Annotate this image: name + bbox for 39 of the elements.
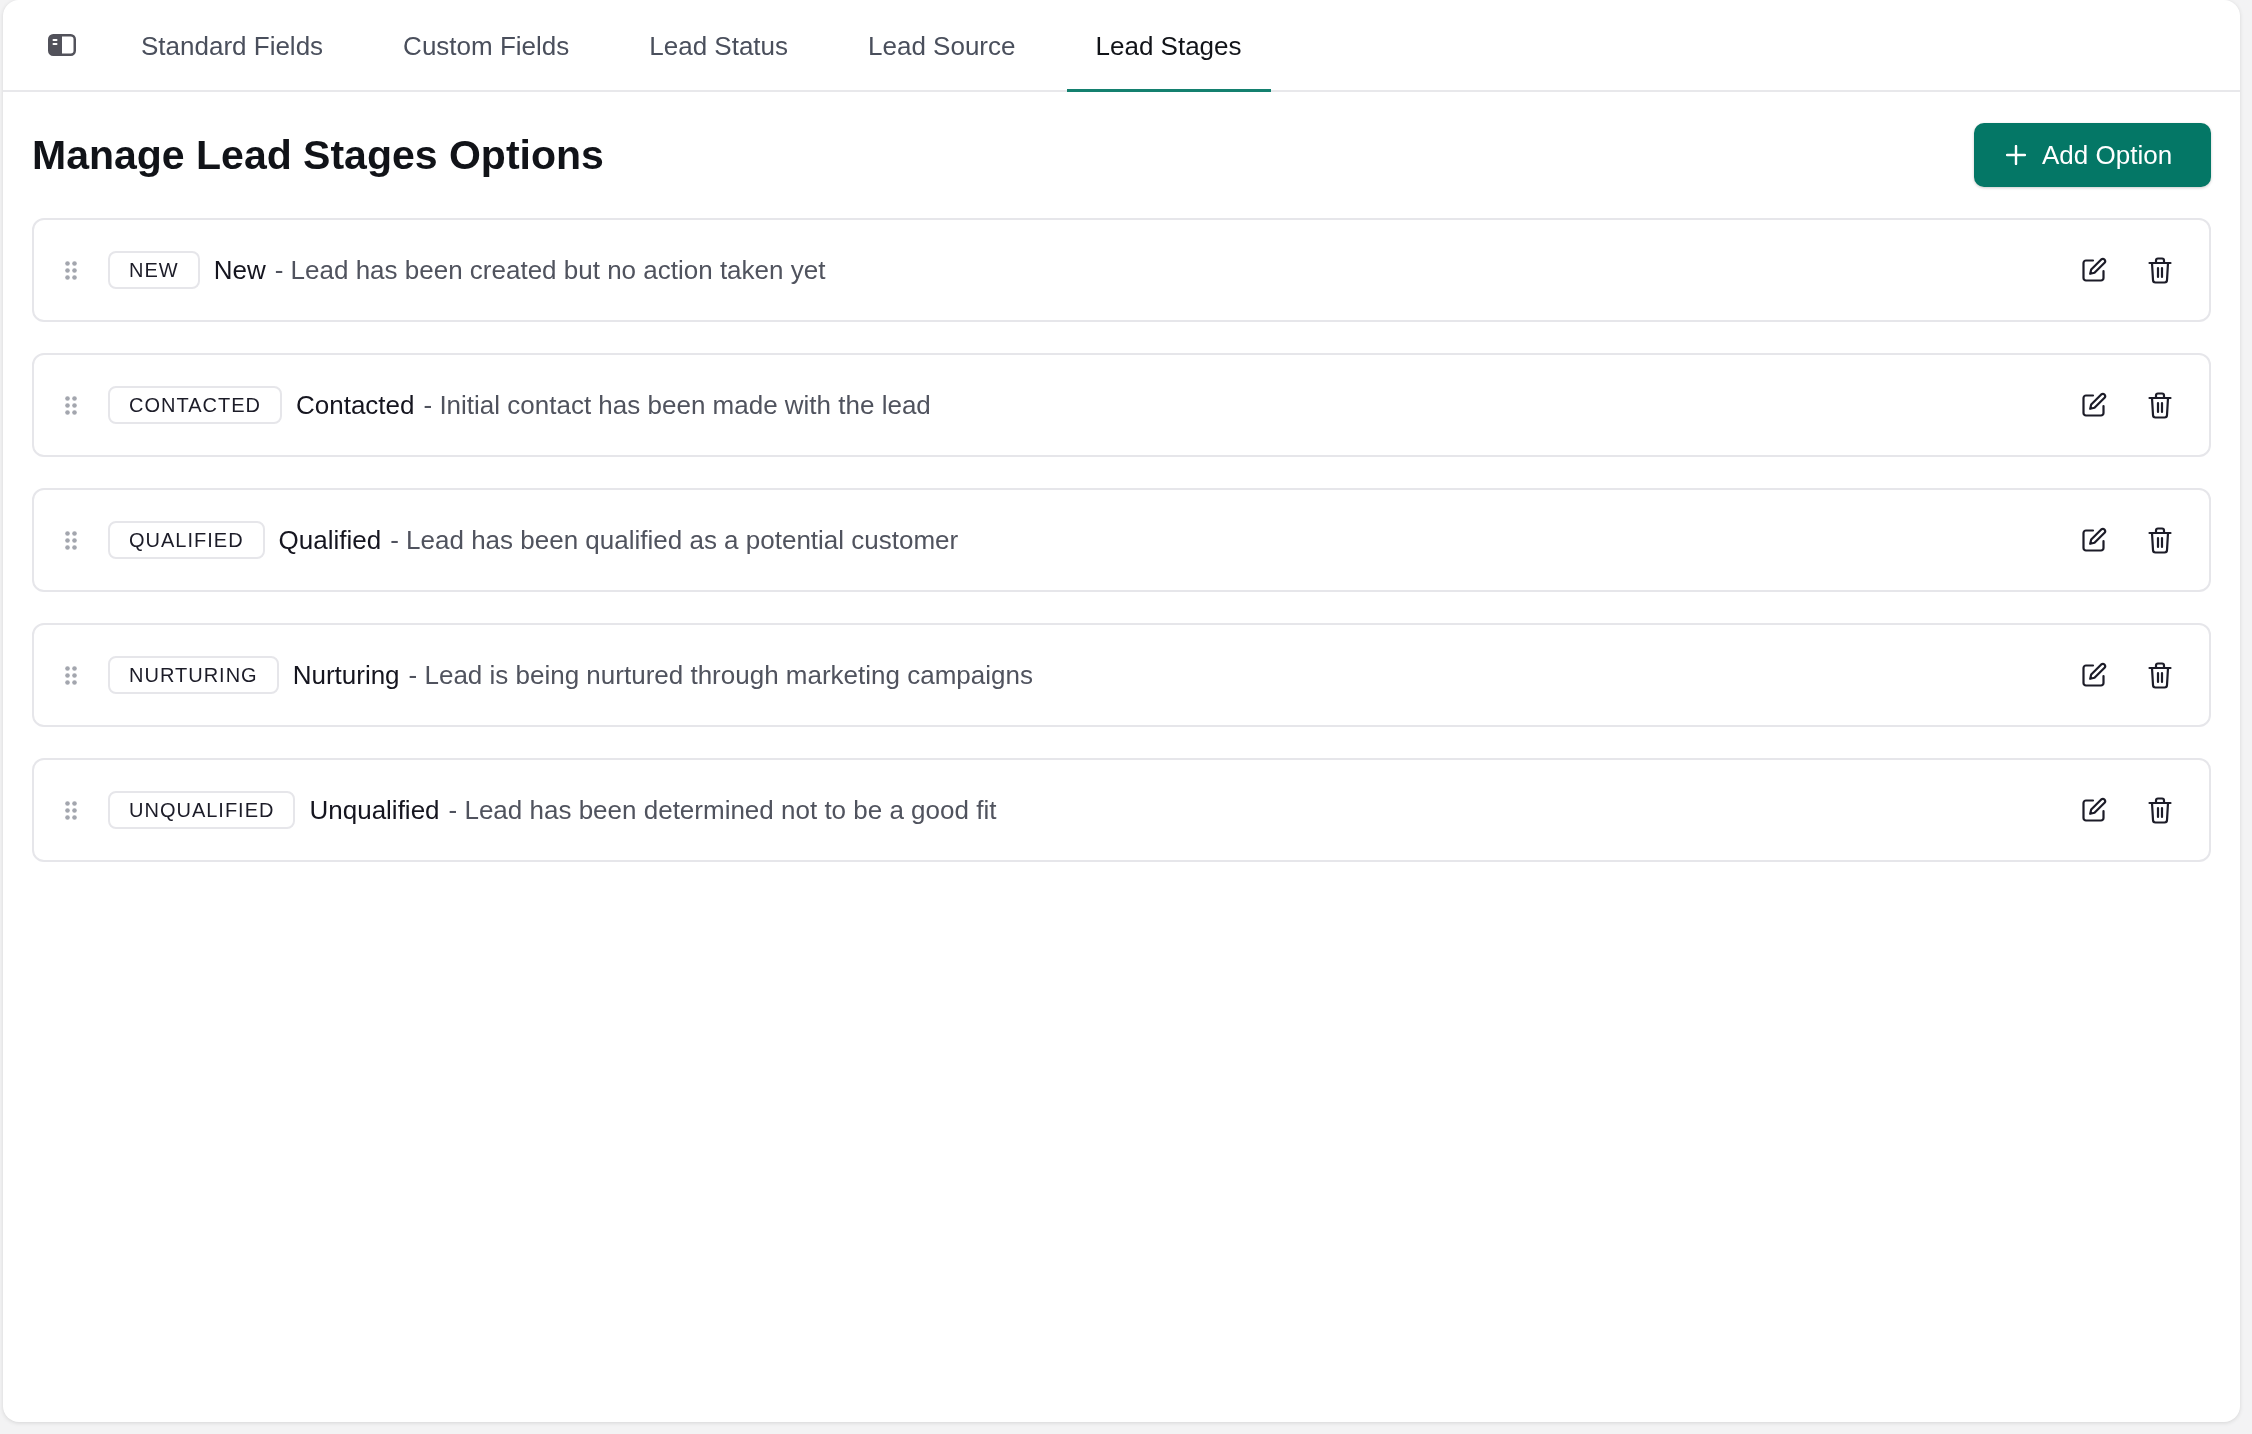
drag-handle-icon[interactable] (65, 800, 77, 820)
stage-name: Unqualified (309, 793, 440, 827)
stage-description: - Lead has been created but no action taken yet (274, 253, 826, 287)
tab[interactable]: Lead Source (839, 0, 1045, 92)
stage-description: - Lead has been qualified as a potential customer (390, 523, 959, 557)
stage-code-badge: NURTURING (108, 656, 279, 694)
tab[interactable]: Lead Status (620, 0, 818, 92)
stage-code-badge: QUALIFIED (108, 521, 265, 559)
stage-name: Contacted (295, 388, 415, 422)
stage-name: New (213, 253, 266, 287)
edit-icon (2081, 527, 2107, 553)
trash-icon (2148, 796, 2172, 824)
trash-icon (2148, 391, 2172, 419)
stage-code-badge: NEW (108, 251, 200, 289)
stage-code-badge: UNQUALIFIED (108, 791, 296, 829)
plus-icon (2006, 145, 2026, 165)
drag-handle-icon[interactable] (65, 260, 77, 280)
trash-icon (2148, 256, 2172, 284)
stage-description: - Initial contact has been made with the lead (423, 388, 931, 422)
sidebar-icon (48, 34, 76, 56)
trash-icon (2148, 526, 2172, 554)
stage-name: Nurturing (292, 658, 400, 692)
edit-icon (2081, 662, 2107, 688)
stage-description: - Lead has been determined not to be a good fit (448, 793, 997, 827)
stage-code-badge: CONTACTED (108, 386, 282, 424)
tab[interactable]: Custom Fields (374, 0, 599, 92)
tab[interactable]: Standard Fields (112, 0, 353, 92)
page-title: Manage Lead Stages Options (32, 134, 604, 176)
tab[interactable]: Lead Stages (1066, 0, 1271, 92)
drag-handle-icon[interactable] (65, 395, 77, 415)
drag-handle-icon[interactable] (65, 530, 77, 550)
edit-icon (2081, 392, 2107, 418)
drag-handle-icon[interactable] (65, 665, 77, 685)
stage-description: - Lead is being nurtured through marketing campaigns (408, 658, 1033, 692)
edit-icon (2081, 797, 2107, 823)
edit-icon (2081, 257, 2107, 283)
add-option-button[interactable]: Add Option (1974, 123, 2211, 187)
stage-name: Qualified (278, 523, 382, 557)
trash-icon (2148, 661, 2172, 689)
